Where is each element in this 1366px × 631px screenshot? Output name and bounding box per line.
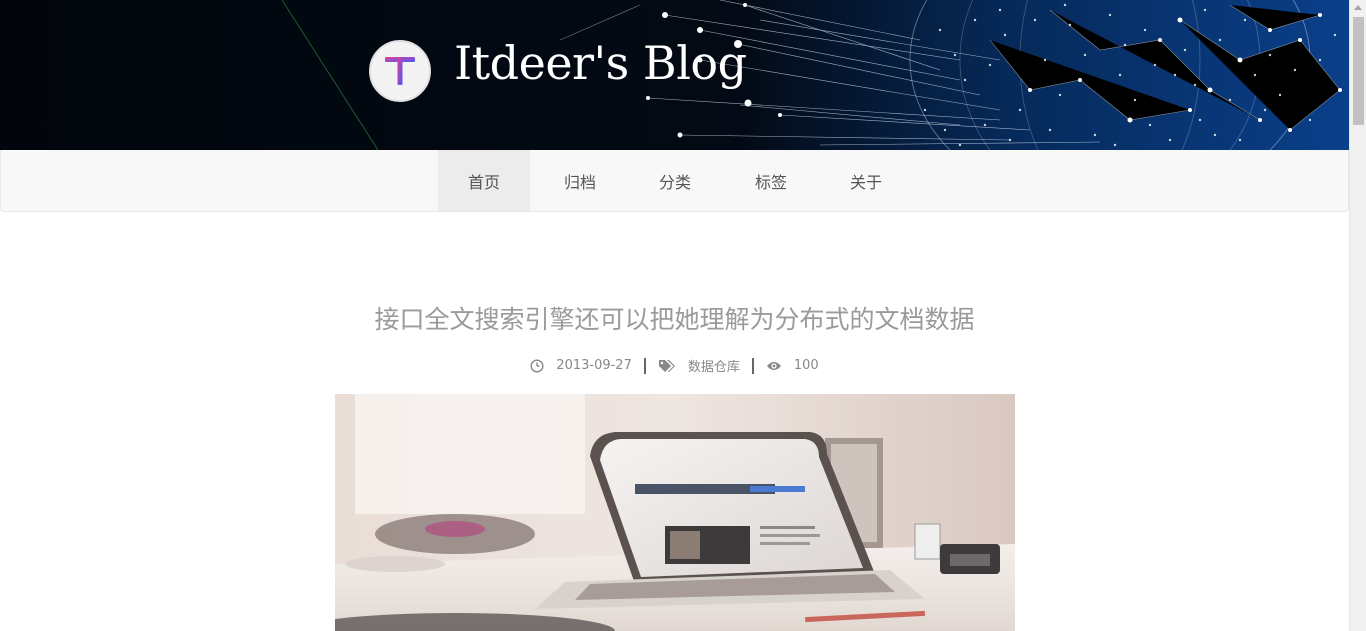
- logo-t-icon: [385, 57, 415, 85]
- tags-icon: [658, 359, 676, 373]
- post-date: 2013-09-27: [556, 358, 632, 373]
- scrollbar-thumb[interactable]: [1353, 17, 1364, 125]
- main-nav: 首页 归档 分类 标签 关于: [0, 150, 1349, 212]
- laptop-photo: [335, 394, 1015, 631]
- post-featured-image[interactable]: [335, 394, 1015, 631]
- meta-divider: [751, 357, 754, 374]
- scroll-up-arrow-icon[interactable]: [1354, 5, 1362, 10]
- eye-icon: [766, 360, 782, 372]
- vertical-scrollbar[interactable]: [1349, 0, 1366, 631]
- nav-item-home[interactable]: 首页: [438, 150, 530, 211]
- post-category[interactable]: 数据仓库: [688, 356, 740, 375]
- clock-icon: [530, 358, 544, 373]
- post-title[interactable]: 接口全文搜索引擎还可以把她理解为分布式的文档数据: [0, 300, 1349, 336]
- header-banner: Itdeer's Blog: [0, 0, 1349, 150]
- post-views: 100: [793, 358, 819, 373]
- site-title[interactable]: Itdeer's Blog: [454, 36, 747, 90]
- meta-divider: [643, 357, 646, 374]
- nav-item-archive[interactable]: 归档: [534, 150, 626, 211]
- post-meta: 2013-09-27 数据仓库 100: [0, 356, 1349, 375]
- site-logo[interactable]: [369, 40, 431, 102]
- nav-item-about[interactable]: 关于: [820, 150, 912, 211]
- nav-item-tags[interactable]: 标签: [725, 150, 817, 211]
- nav-item-categories[interactable]: 分类: [629, 150, 721, 211]
